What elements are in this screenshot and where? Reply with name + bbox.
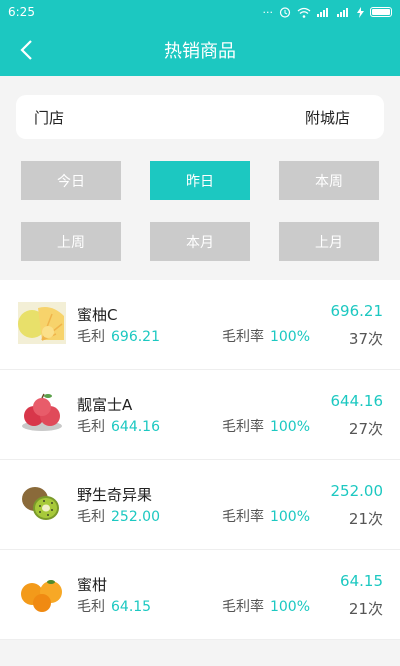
profit-value: 696.21 (111, 329, 160, 345)
product-name: 野生奇异果 (77, 486, 153, 504)
store-selector[interactable]: 门店 附城店 (16, 95, 384, 139)
signal-icon-2 (337, 8, 348, 17)
sales-amount: 644.16 (330, 392, 384, 410)
profit-rate-label: 毛利率 (221, 419, 264, 435)
charging-icon (357, 6, 364, 18)
product-name: 蜜柚C (77, 306, 118, 324)
top-bar: 6:25 ··· 热销商品 (0, 0, 400, 76)
sales-count: 27次 (348, 420, 383, 438)
sales-amount: 696.21 (330, 302, 384, 320)
profit-rate: 毛利率 100% (222, 326, 310, 346)
profit-rate-value: 100% (269, 599, 310, 615)
profit-rate-value: 100% (269, 419, 310, 435)
store-value: 附城店 (304, 108, 350, 127)
status-bar: 6:25 ··· (0, 0, 400, 24)
more-dots-icon: ··· (262, 5, 274, 19)
product-name: 蜜柑 (77, 576, 108, 594)
battery-icon (370, 7, 392, 17)
period-button-this-week[interactable]: 本周 (279, 161, 379, 200)
sales-count: 21次 (348, 600, 383, 618)
profit-value: 64.15 (111, 599, 152, 615)
profit-rate-label: 毛利率 (221, 329, 264, 345)
profit-rate-label: 毛利率 (221, 509, 264, 525)
chevron-left-icon (20, 40, 32, 60)
profit: 毛利 696.21 (77, 326, 160, 346)
period-buttons: 今日 昨日 本周 上周 本月 上月 (16, 139, 384, 261)
period-button-yesterday[interactable]: 昨日 (150, 161, 250, 200)
pomelo-icon (18, 302, 66, 344)
profit-label: 毛利 (77, 599, 105, 615)
profit-rate: 毛利率 100% (222, 596, 310, 616)
profit: 毛利 64.15 (77, 596, 151, 616)
list-item[interactable]: 靓富士A 毛利 644.16 毛利率 100% 644.16 27次 (0, 370, 400, 460)
profit-value: 644.16 (111, 419, 160, 435)
signal-icon (317, 8, 328, 17)
list-item[interactable]: 蜜柑 毛利 64.15 毛利率 100% 64.15 21次 (0, 550, 400, 640)
alarm-icon (279, 7, 291, 18)
list-item[interactable]: 蜜柚C 毛利 696.21 毛利率 100% 696.21 37次 (0, 280, 400, 370)
profit-rate: 毛利率 100% (222, 416, 310, 436)
list-item[interactable]: 野生奇异果 毛利 252.00 毛利率 100% 252.00 21次 (0, 460, 400, 550)
profit-rate-value: 100% (269, 329, 310, 345)
filter-area: 门店 附城店 今日 昨日 本周 上周 本月 上月 (0, 76, 400, 261)
sales-count: 37次 (348, 330, 383, 348)
profit-value: 252.00 (111, 509, 160, 525)
status-icons: ··· (262, 5, 392, 19)
wifi-icon (297, 7, 311, 18)
back-button[interactable] (8, 32, 44, 68)
profit: 毛利 252.00 (77, 506, 160, 526)
period-button-today[interactable]: 今日 (21, 161, 121, 200)
profit-label: 毛利 (77, 509, 105, 525)
profit: 毛利 644.16 (77, 416, 160, 436)
apple-icon (18, 392, 66, 434)
sales-amount: 252.00 (330, 482, 384, 500)
product-list: 蜜柚C 毛利 696.21 毛利率 100% 696.21 37次 靓富士A 毛利 6… (0, 280, 400, 640)
profit-label: 毛利 (77, 329, 105, 345)
sales-count: 21次 (348, 510, 383, 528)
profit-rate-value: 100% (269, 509, 310, 525)
product-name: 靓富士A (77, 396, 133, 414)
status-time: 6:25 (8, 5, 35, 19)
mandarin-icon (18, 572, 66, 614)
period-button-last-month[interactable]: 上月 (279, 222, 379, 261)
profit-rate: 毛利率 100% (222, 506, 310, 526)
period-button-this-month[interactable]: 本月 (150, 222, 250, 261)
store-label: 门店 (34, 108, 65, 127)
page-title: 热销商品 (164, 41, 236, 62)
header: 热销商品 (0, 24, 400, 76)
profit-label: 毛利 (77, 419, 105, 435)
period-button-last-week[interactable]: 上周 (21, 222, 121, 261)
sales-amount: 64.15 (340, 572, 383, 590)
kiwi-icon (18, 482, 66, 524)
profit-rate-label: 毛利率 (221, 599, 264, 615)
